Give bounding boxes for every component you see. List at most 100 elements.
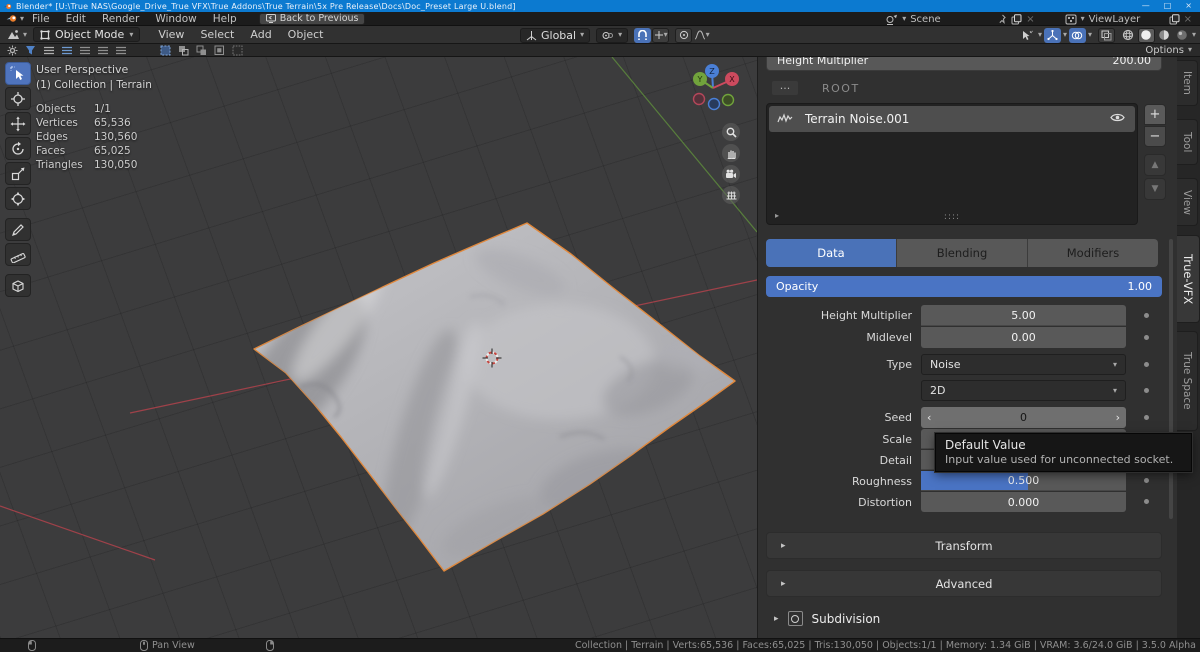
minimize-button[interactable]: — [1142,0,1150,12]
tool-lines-icon-4[interactable] [95,45,110,56]
3d-viewport[interactable]: User Perspective (1) Collection | Terrai… [0,57,757,638]
transform-orientation-dropdown[interactable]: Global ▾ [520,28,590,43]
show-gizmo-toggle[interactable] [1044,28,1061,43]
menu-select[interactable]: Select [192,28,242,41]
opacity-slider[interactable]: Opacity 1.00 [766,276,1162,297]
distortion-field[interactable]: 0.000 [921,492,1126,512]
seed-increment-arrow[interactable]: › [1116,411,1120,424]
object-visibility-dropdown[interactable] [1019,28,1036,43]
viewlayer-selector[interactable]: ▾ ViewLayer × [1065,14,1192,25]
decorator-dot[interactable] [1144,415,1149,420]
tab-data[interactable]: Data [766,239,897,267]
tab-item[interactable]: Item [1177,60,1198,106]
tab-modifiers[interactable]: Modifiers [1028,239,1158,267]
zoom-button[interactable] [722,123,740,141]
gear-icon[interactable] [5,45,20,56]
select-mode-extend-icon[interactable] [176,45,191,56]
transform-tool[interactable] [5,187,31,210]
shading-wireframe-button[interactable] [1120,28,1137,43]
pan-button[interactable] [722,144,740,162]
scale-tool[interactable] [5,162,31,185]
shading-material-button[interactable] [1156,28,1173,43]
cursor-tool[interactable] [5,87,31,110]
select-mode-new-icon[interactable] [158,45,173,56]
mode-dropdown[interactable]: Object Mode ▾ [33,27,140,42]
menu-help[interactable]: Help [205,12,245,26]
decorator-dot[interactable] [1144,478,1149,483]
list-item-selected[interactable]: Terrain Noise.001 [769,106,1135,132]
roughness-slider[interactable]: 0.500 [921,471,1126,491]
tool-lines-icon-1[interactable] [41,45,56,56]
menu-edit[interactable]: Edit [58,12,94,26]
show-overlays-toggle[interactable] [1069,28,1086,43]
tool-lines-icon-2-active[interactable] [59,45,74,56]
tab-true-space[interactable]: True Space [1177,331,1198,431]
snap-toggle[interactable] [634,28,651,43]
ortho-grid-button[interactable] [722,186,740,204]
scene-selector[interactable]: ▾ Scene × [885,14,1034,25]
add-node-button[interactable]: + [1144,104,1166,125]
camera-view-button[interactable] [722,165,740,183]
seed-field[interactable]: ‹ 0 › [921,407,1126,428]
move-node-up-button[interactable]: ▲ [1144,154,1166,176]
tab-tool[interactable]: Tool [1177,119,1198,165]
decorator-dot[interactable] [1144,335,1149,340]
add-cube-tool[interactable] [5,274,31,297]
xray-toggle[interactable] [1098,28,1115,43]
maximize-button[interactable]: □ [1164,0,1172,12]
shading-solid-button[interactable] [1138,28,1155,43]
new-viewlayer-icon[interactable] [1169,14,1180,25]
menu-object[interactable]: Object [280,28,332,41]
tab-view[interactable]: View [1177,178,1198,226]
pin-icon[interactable] [998,14,1007,24]
type-dropdown[interactable]: Noise ▾ [921,354,1126,375]
editor-type-button[interactable]: ▾ [6,29,27,41]
pivot-point-dropdown[interactable]: ▾ [596,28,628,43]
filter-funnel-icon[interactable] [23,45,38,56]
menu-add[interactable]: Add [242,28,279,41]
breadcrumb-menu-button[interactable]: ... [772,81,798,95]
shading-rendered-button[interactable] [1174,28,1191,43]
decorator-dot[interactable] [1144,388,1149,393]
dimension-dropdown[interactable]: 2D ▾ [921,380,1126,401]
remove-viewlayer-button[interactable]: × [1184,14,1192,25]
tool-lines-icon-5[interactable] [113,45,128,56]
remove-node-button[interactable]: − [1144,126,1166,147]
advanced-section-header[interactable]: ▸ Advanced [766,570,1162,597]
decorator-dot[interactable] [1144,499,1149,504]
list-resize-grip[interactable]: :::: [944,212,960,222]
tool-lines-icon-3[interactable] [77,45,92,56]
move-node-down-button[interactable]: ▼ [1144,178,1166,200]
close-button[interactable]: × [1185,0,1192,12]
proportional-editing-toggle[interactable] [675,28,692,43]
proportional-falloff-dropdown[interactable]: ▾ [693,28,710,43]
unlink-scene-button[interactable]: × [1026,14,1034,25]
snap-target-dropdown[interactable]: ▾ [652,28,669,43]
midlevel-field[interactable]: 0.00 [921,327,1126,348]
tab-blending[interactable]: Blending [897,239,1028,267]
menu-file[interactable]: File [24,12,58,26]
rotate-tool[interactable] [5,137,31,160]
select-mode-intersect-icon[interactable] [230,45,245,56]
decorator-dot[interactable] [1144,313,1149,318]
app-menu-button[interactable]: ▾ [6,14,24,23]
terrain-object[interactable] [210,223,735,571]
new-scene-icon[interactable] [1011,14,1022,25]
select-mode-invert-icon[interactable] [212,45,227,56]
menu-render[interactable]: Render [94,12,147,26]
select-mode-subtract-icon[interactable] [194,45,209,56]
menu-view[interactable]: View [150,28,192,41]
back-to-previous-button[interactable]: Back to Previous [259,13,366,25]
measure-tool[interactable] [5,243,31,266]
panel-scrollbar[interactable] [1169,239,1173,519]
menu-window[interactable]: Window [147,12,204,26]
subdivision-section-header[interactable]: ▸ Subdivision [774,611,880,626]
terrain-node-list[interactable]: Terrain Noise.001 ▸ :::: [766,103,1138,225]
annotate-tool[interactable] [5,218,31,241]
eye-icon[interactable] [1110,112,1125,123]
select-box-tool[interactable] [5,62,31,85]
options-dropdown[interactable]: Options ▾ [1145,45,1192,56]
tab-true-vfx[interactable]: True-VFX [1177,235,1200,323]
height-multiplier-field[interactable]: 5.00 [921,305,1126,326]
move-tool[interactable] [5,112,31,135]
